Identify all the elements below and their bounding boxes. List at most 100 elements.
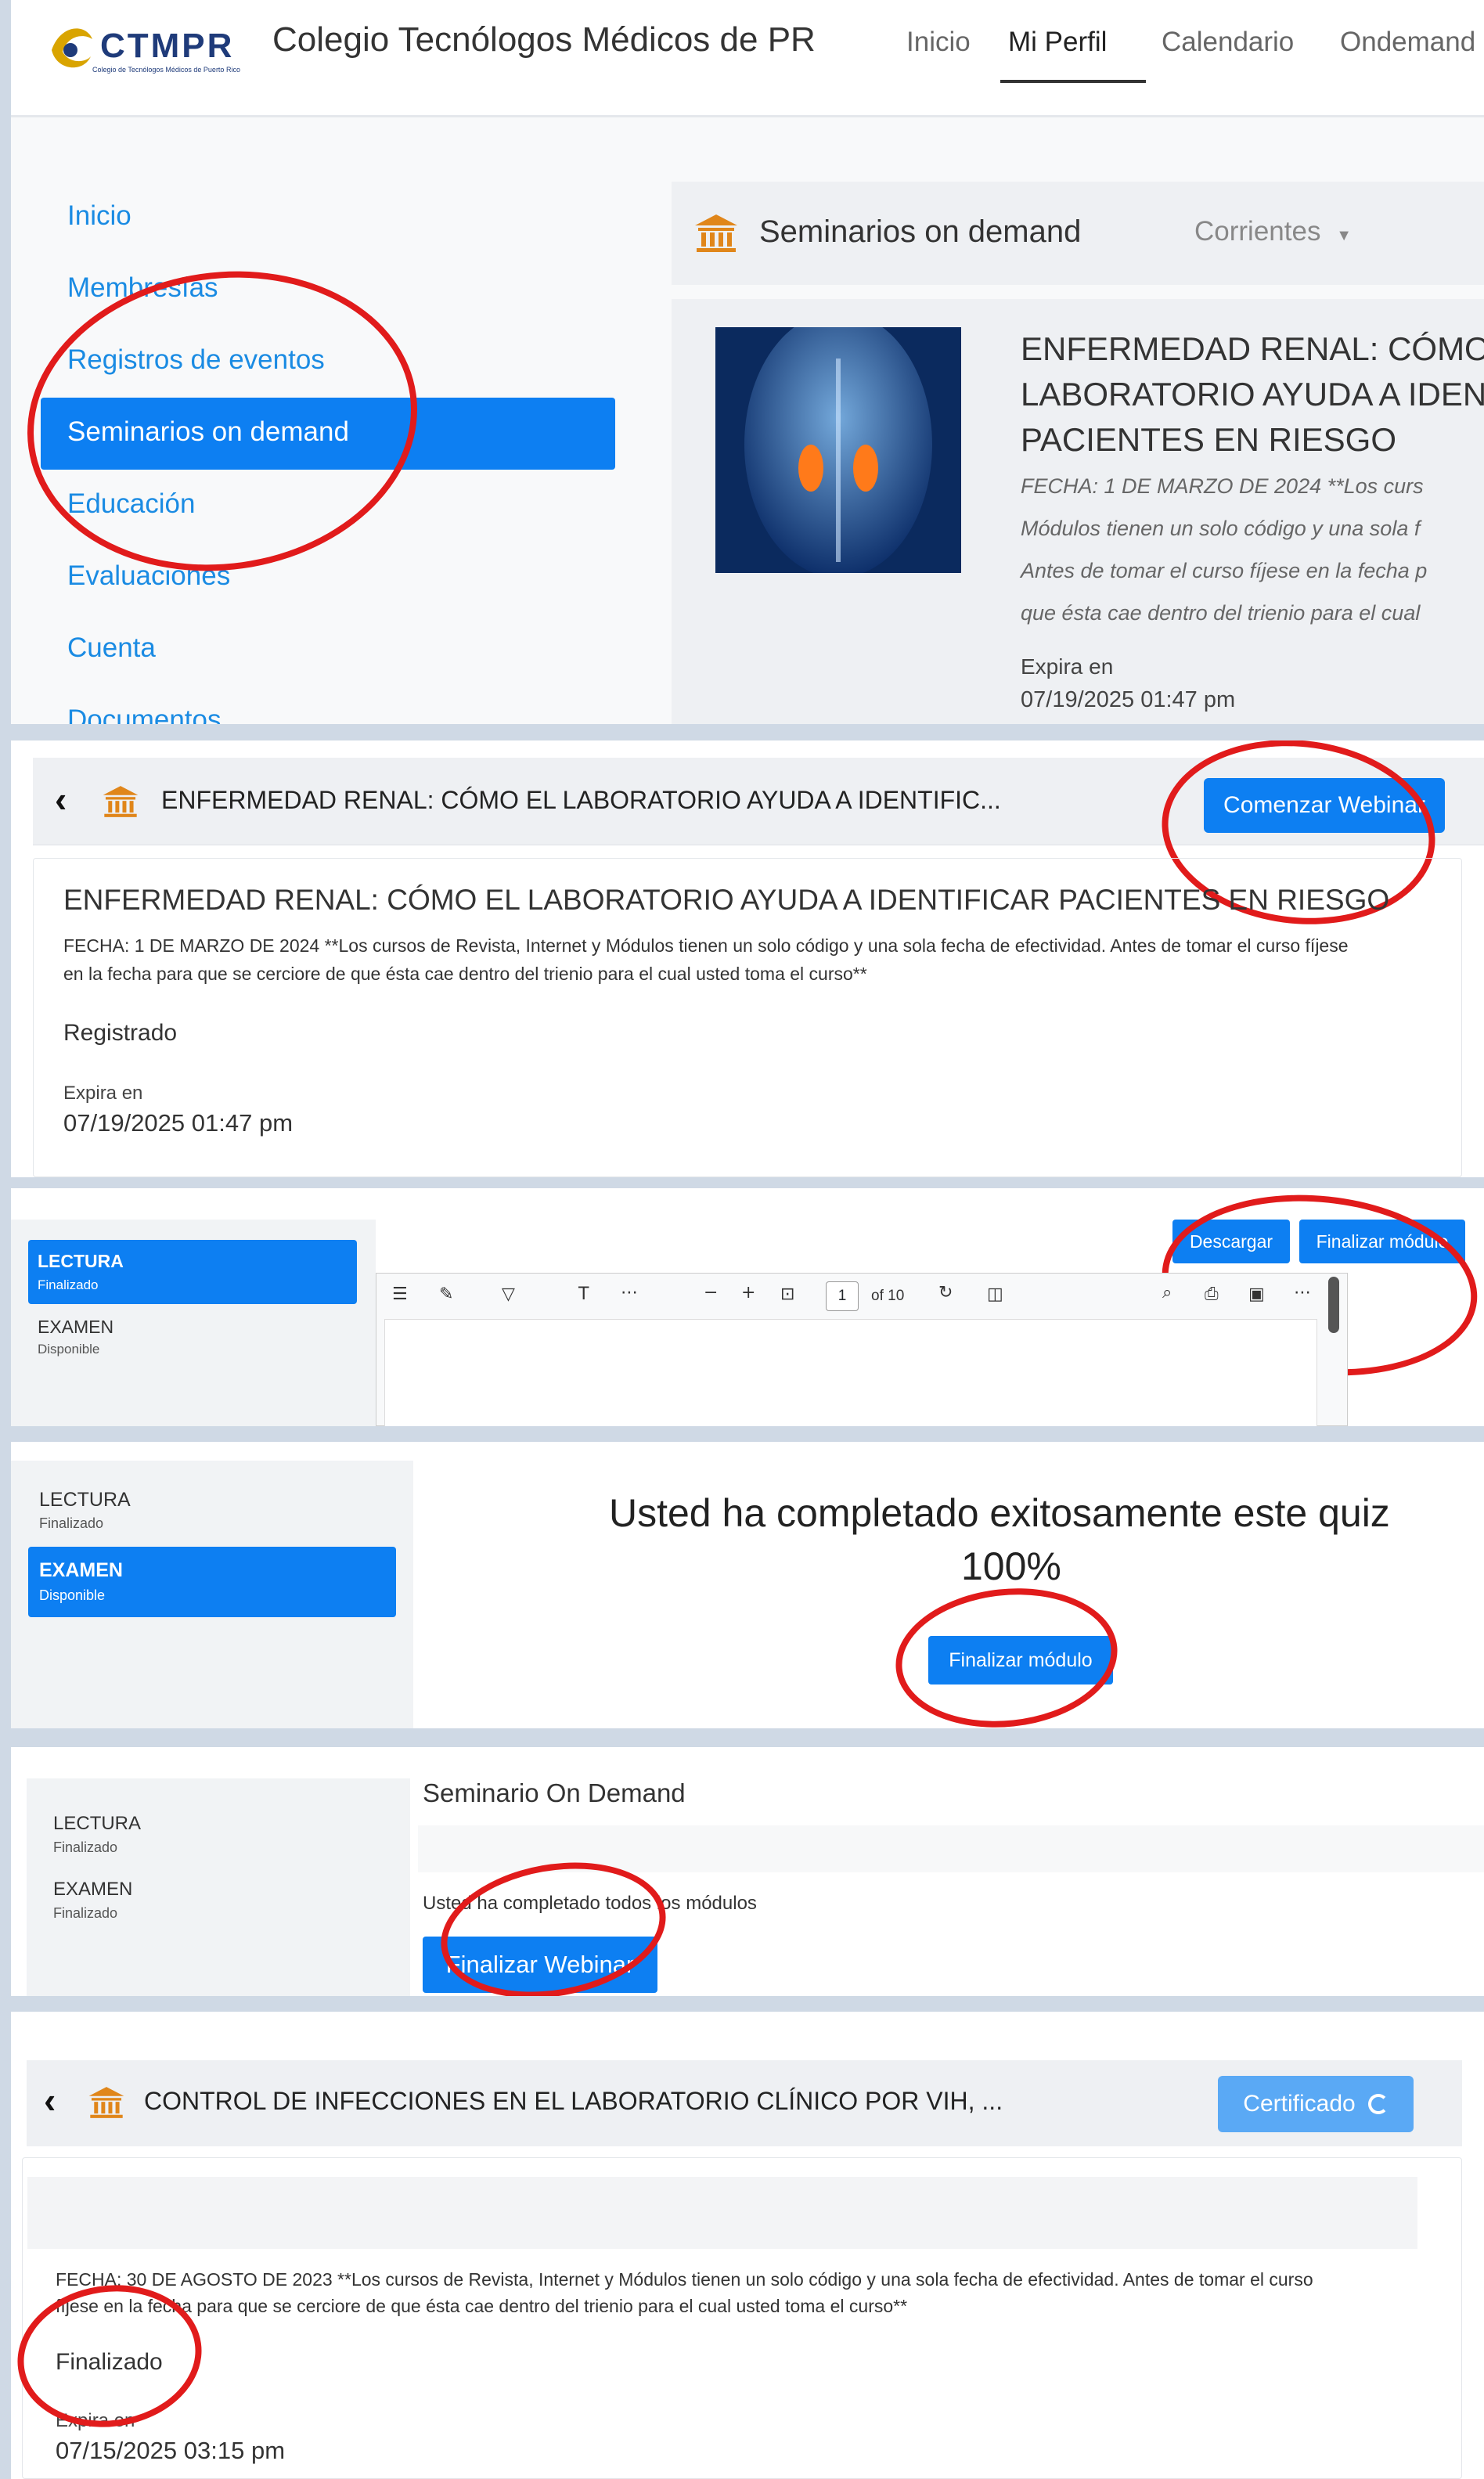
save-icon[interactable]: ▣ xyxy=(1248,1285,1265,1304)
card-title-line-2[interactable]: LABORATORIO AYUDA A IDEN xyxy=(1021,376,1484,413)
quiz-message: Usted ha completado exitosamente este qu… xyxy=(609,1491,1390,1535)
sidebar-item-membresias[interactable]: Membresías xyxy=(67,272,218,304)
module-item-lectura-name: LECTURA xyxy=(38,1251,124,1271)
sidebar-item-educacion[interactable]: Educación xyxy=(67,488,195,520)
detail-header-title: ENFERMEDAD RENAL: CÓMO EL LABORATORIO AY… xyxy=(161,786,1001,814)
card-expira-value: 07/19/2025 01:47 pm xyxy=(1021,687,1236,712)
sidebar-item-seminarios-label: Seminarios on demand xyxy=(67,416,349,447)
zoom-out-icon[interactable]: − xyxy=(704,1283,718,1303)
zoom-in-icon[interactable]: + xyxy=(741,1283,755,1303)
nav-inicio[interactable]: Inicio xyxy=(906,27,971,58)
finalizar-modulo-button[interactable]: Finalizar módulo xyxy=(928,1636,1113,1684)
module-item-lectura-name: LECTURA xyxy=(39,1489,131,1511)
detail-expira-value: 07/19/2025 01:47 pm xyxy=(63,1109,294,1137)
draw-icon[interactable]: ▽ xyxy=(502,1285,515,1304)
pdf-page xyxy=(384,1319,1317,1426)
sidebar-item-evaluaciones[interactable]: Evaluaciones xyxy=(67,560,230,592)
seminar-card[interactable]: ENFERMEDAD RENAL: CÓMO LABORATORIO AYUDA… xyxy=(672,299,1484,724)
section-webinar-detail: ‹ ENFERMEDAD RENAL: CÓMO EL LABORATORIO … xyxy=(11,740,1484,1177)
certificado-button[interactable]: Certificado xyxy=(1218,2076,1414,2132)
seminar-title: Seminario On Demand xyxy=(423,1778,686,1807)
rotate-icon[interactable]: ↻ xyxy=(938,1283,953,1303)
modules-complete-message: Usted ha completado todos los módulos xyxy=(423,1893,757,1914)
course-thumbnail-kidneys xyxy=(715,327,961,573)
card-desc-line-4: que ésta cae dentro del trienio para el … xyxy=(1021,601,1421,625)
section-title: Seminarios on demand xyxy=(759,214,1082,249)
filter-dropdown[interactable]: Corrientes ▼ xyxy=(1194,216,1352,247)
sidebar-item-seminarios[interactable]: Seminarios on demand xyxy=(41,398,615,470)
sidebar-item-inicio[interactable]: Inicio xyxy=(67,200,131,232)
finished-desc-line-2: fíjese en la fecha para que se cerciore … xyxy=(56,2296,908,2316)
site-logo[interactable]: CTMPR Colegio de Tecnólogos Médicos de P… xyxy=(45,16,258,83)
back-chevron-icon[interactable]: ‹ xyxy=(44,2079,56,2121)
module-item-examen-status: Disponible xyxy=(38,1342,100,1357)
nav-mi-perfil[interactable]: Mi Perfil xyxy=(1008,27,1107,58)
detail-desc-line-1: FECHA: 1 DE MARZO DE 2024 **Los cursos d… xyxy=(63,935,1349,956)
pdf-viewer[interactable]: ☰ ✎ ▽ T ⋯ − + ⊡ 1 of 10 ↻ ◫ ⌕ ⎙ ▣ ⋯ xyxy=(376,1273,1348,1426)
more-tools-icon[interactable]: ⋯ xyxy=(621,1283,638,1303)
module-item-lectura[interactable]: LECTURA Finalizado xyxy=(42,1802,394,1865)
module-sidebar: LECTURA Finalizado EXAMEN Finalizado xyxy=(27,1778,410,1996)
sidebar-item-registros[interactable]: Registros de eventos xyxy=(67,344,325,376)
pdf-toolbar: ☰ ✎ ▽ T ⋯ − + ⊡ 1 of 10 ↻ ◫ ⌕ ⎙ ▣ ⋯ xyxy=(376,1274,1347,1319)
module-item-lectura-name: LECTURA xyxy=(53,1813,142,1834)
detail-status: Registrado xyxy=(63,1020,178,1046)
logo-text: CTMPR xyxy=(100,27,235,65)
module-item-examen-name: EXAMEN xyxy=(39,1559,123,1581)
site-title[interactable]: Colegio Tecnólogos Médicos de PR xyxy=(272,20,816,59)
finalizar-modulo-button[interactable]: Finalizar módulo xyxy=(1299,1220,1465,1263)
section-quiz-complete: LECTURA Finalizado EXAMEN Disponible Ust… xyxy=(11,1442,1484,1728)
page-view-icon[interactable]: ◫ xyxy=(987,1285,1003,1304)
detail-title: ENFERMEDAD RENAL: CÓMO EL LABORATORIO AY… xyxy=(63,884,1390,916)
detail-card: ENFERMEDAD RENAL: CÓMO EL LABORATORIO AY… xyxy=(33,858,1462,1177)
module-sidebar: LECTURA Finalizado EXAMEN Disponible xyxy=(11,1461,413,1728)
section-module-pdf: LECTURA Finalizado EXAMEN Disponible Des… xyxy=(11,1188,1484,1426)
site-header: CTMPR Colegio de Tecnólogos Médicos de P… xyxy=(11,0,1484,117)
module-item-lectura[interactable]: LECTURA Finalizado xyxy=(28,1476,404,1540)
logo-subtext: Colegio de Tecnólogos Médicos de Puerto … xyxy=(92,66,240,74)
module-item-examen[interactable]: EXAMEN Disponible xyxy=(28,1304,357,1368)
detail-expira-label: Expira en xyxy=(63,1083,143,1104)
highlight-icon[interactable]: ✎ xyxy=(439,1285,453,1304)
module-item-lectura[interactable]: LECTURA Finalizado xyxy=(28,1240,357,1304)
nav-active-underline xyxy=(1000,80,1146,83)
finished-expira-value: 07/15/2025 03:15 pm xyxy=(56,2437,286,2464)
module-sidebar: LECTURA Finalizado EXAMEN Disponible xyxy=(11,1220,376,1426)
finalizar-webinar-button[interactable]: Finalizar Webinar xyxy=(423,1937,657,1993)
certificado-label: Certificado xyxy=(1243,2091,1356,2117)
pdf-scrollbar[interactable] xyxy=(1328,1277,1339,1333)
card-desc-line-3: Antes de tomar el curso fíjese en la fec… xyxy=(1021,559,1428,582)
module-item-examen-status: Disponible xyxy=(39,1587,106,1603)
finished-header-title: CONTROL DE INFECCIONES EN EL LABORATORIO… xyxy=(144,2087,1003,2115)
card-title-line-1[interactable]: ENFERMEDAD RENAL: CÓMO xyxy=(1021,330,1484,368)
toc-icon[interactable]: ☰ xyxy=(392,1285,408,1304)
loading-spinner-icon xyxy=(1367,2094,1389,2114)
nav-ondemand[interactable]: Ondemand xyxy=(1340,27,1475,58)
section-seminars-list: CTMPR Colegio de Tecnólogos Médicos de P… xyxy=(11,0,1484,724)
module-item-examen[interactable]: EXAMEN Finalizado xyxy=(42,1868,394,1930)
finished-card: FECHA: 30 DE AGOSTO DE 2023 **Los cursos… xyxy=(22,2157,1462,2479)
finished-header: ‹ CONTROL DE INFECCIONES EN EL LABORATOR… xyxy=(27,2060,1462,2146)
back-chevron-icon[interactable]: ‹ xyxy=(55,778,67,820)
module-item-lectura-status: Finalizado xyxy=(38,1277,99,1292)
text-icon[interactable]: T xyxy=(578,1285,589,1304)
finished-desc-line-1: FECHA: 30 DE AGOSTO DE 2023 **Los cursos… xyxy=(56,2269,1313,2290)
finished-expira-label: Expira en xyxy=(56,2410,135,2431)
sidebar-item-cuenta[interactable]: Cuenta xyxy=(67,632,156,664)
section-course-finished: ‹ CONTROL DE INFECCIONES EN EL LABORATOR… xyxy=(11,2012,1484,2479)
sidebar-item-documentos[interactable]: Documentos xyxy=(67,704,221,724)
nav-calendario[interactable]: Calendario xyxy=(1162,27,1294,58)
comenzar-webinar-button[interactable]: Comenzar Webinar xyxy=(1204,778,1445,833)
card-title-line-3[interactable]: PACIENTES EN RIESGO xyxy=(1021,421,1396,459)
fit-page-icon[interactable]: ⊡ xyxy=(780,1285,794,1304)
more-options-icon[interactable]: ⋯ xyxy=(1294,1283,1311,1303)
filter-label: Corrientes xyxy=(1194,216,1321,247)
card-desc-line-1: FECHA: 1 DE MARZO DE 2024 **Los curs xyxy=(1021,474,1424,498)
module-item-lectura-status: Finalizado xyxy=(53,1839,118,1855)
page-number-input[interactable]: 1 xyxy=(826,1281,859,1311)
print-icon[interactable]: ⎙ xyxy=(1205,1285,1219,1304)
search-icon[interactable]: ⌕ xyxy=(1162,1283,1172,1303)
descargar-button[interactable]: Descargar xyxy=(1172,1220,1290,1263)
module-item-examen-status: Finalizado xyxy=(53,1905,118,1921)
module-item-examen[interactable]: EXAMEN Disponible xyxy=(28,1547,396,1617)
